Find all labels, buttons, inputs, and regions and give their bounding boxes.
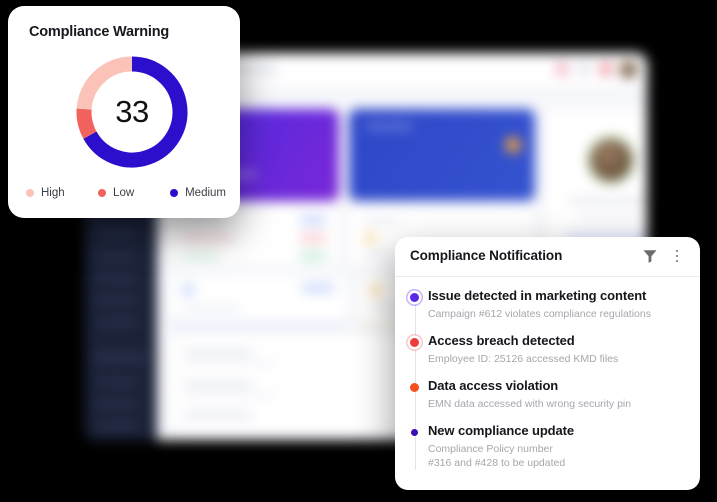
sidebar-item bbox=[97, 379, 137, 385]
stat-badge bbox=[301, 283, 335, 293]
notification-panel-header: Compliance Notification bbox=[395, 237, 700, 277]
notification-item[interactable]: Data access violation EMN data accessed w… bbox=[395, 377, 700, 411]
messages-icon bbox=[599, 62, 613, 76]
notification-item[interactable]: New compliance update Compliance Policy n… bbox=[395, 422, 700, 470]
legend-dot-medium bbox=[170, 189, 179, 197]
legend-label: Medium bbox=[185, 187, 226, 199]
screenshot-stage: Compliance Warning 33 High Low Medium Comp… bbox=[0, 0, 717, 502]
notification-title: Access breach detected bbox=[428, 333, 575, 348]
legend-label: High bbox=[41, 187, 65, 199]
tile-sun-icon bbox=[505, 137, 521, 153]
more-vertical-icon[interactable] bbox=[670, 246, 684, 266]
legend-item-low: Low bbox=[98, 187, 170, 199]
table-row-sub bbox=[183, 393, 279, 398]
warning-card-title: Compliance Warning bbox=[29, 24, 170, 40]
notification-title: Data access violation bbox=[428, 378, 559, 393]
table-row-label bbox=[183, 381, 253, 389]
summary-label bbox=[363, 217, 399, 224]
notification-title: Issue detected in marketing content bbox=[428, 288, 647, 303]
table-row-sub bbox=[183, 361, 279, 366]
donut-center-value: 33 bbox=[115, 94, 149, 129]
legend-item-medium: Medium bbox=[170, 187, 226, 199]
table-row-label bbox=[183, 411, 253, 419]
notification-panel-title: Compliance Notification bbox=[410, 248, 563, 263]
dashboard-tile-hero-blue bbox=[349, 109, 535, 201]
list-row-badge bbox=[299, 233, 327, 243]
compliance-notification-panel: Compliance Notification Issue detected i… bbox=[395, 237, 700, 490]
list-row-badge bbox=[299, 251, 327, 261]
avatar bbox=[620, 61, 637, 78]
compliance-warning-card: Compliance Warning 33 High Low Medium bbox=[8, 6, 240, 218]
notification-bell-icon bbox=[555, 62, 569, 76]
stat-label bbox=[181, 305, 241, 312]
notification-subtitle: EMN data accessed with wrong security pi… bbox=[428, 398, 632, 410]
notification-title: New compliance update bbox=[428, 423, 574, 438]
profile-name bbox=[569, 197, 647, 206]
notification-list: Issue detected in marketing content Campa… bbox=[395, 276, 700, 490]
tile-label bbox=[365, 123, 413, 130]
sidebar-item bbox=[97, 253, 137, 259]
list-row-badge bbox=[299, 215, 327, 225]
list-row-label bbox=[181, 253, 221, 260]
legend-dot-high bbox=[26, 189, 34, 197]
table-row-label bbox=[183, 349, 253, 357]
notification-subtitle: Employee ID: 25126 accessed KMD files bbox=[428, 353, 619, 365]
sidebar-item bbox=[97, 319, 137, 325]
stat-icon bbox=[369, 283, 383, 297]
settings-icon bbox=[577, 62, 591, 76]
notification-status-dot bbox=[410, 383, 419, 392]
notification-subtitle: Compliance Policy number #316 and #428 t… bbox=[428, 443, 566, 469]
notification-status-dot bbox=[410, 338, 419, 347]
sidebar-item bbox=[97, 401, 137, 407]
notification-status-dot bbox=[411, 429, 418, 436]
notification-item[interactable]: Issue detected in marketing content Campa… bbox=[395, 287, 700, 321]
sidebar-item bbox=[97, 423, 137, 429]
filter-funnel-icon[interactable] bbox=[642, 248, 658, 264]
compliance-donut-chart: 33 bbox=[70, 50, 194, 174]
notification-subtitle: Campaign #612 violates compliance regula… bbox=[428, 308, 651, 320]
legend-label: Low bbox=[113, 187, 135, 199]
sidebar-item bbox=[97, 275, 137, 281]
dashboard-stat-card-blue bbox=[169, 275, 347, 325]
notification-status-dot bbox=[410, 293, 419, 302]
summary-icon bbox=[363, 231, 377, 245]
donut-legend: High Low Medium bbox=[26, 187, 226, 199]
profile-avatar bbox=[590, 139, 632, 181]
list-row-label bbox=[181, 235, 233, 242]
profile-role bbox=[579, 215, 643, 222]
legend-dot-low bbox=[98, 189, 107, 197]
notification-item[interactable]: Access breach detected Employee ID: 25126… bbox=[395, 332, 700, 366]
legend-item-high: High bbox=[26, 187, 98, 199]
sidebar-item bbox=[97, 231, 137, 237]
sidebar-section-header bbox=[95, 353, 147, 362]
stat-icon bbox=[181, 283, 195, 297]
sidebar-item bbox=[97, 297, 137, 303]
list-row-label bbox=[181, 217, 225, 224]
